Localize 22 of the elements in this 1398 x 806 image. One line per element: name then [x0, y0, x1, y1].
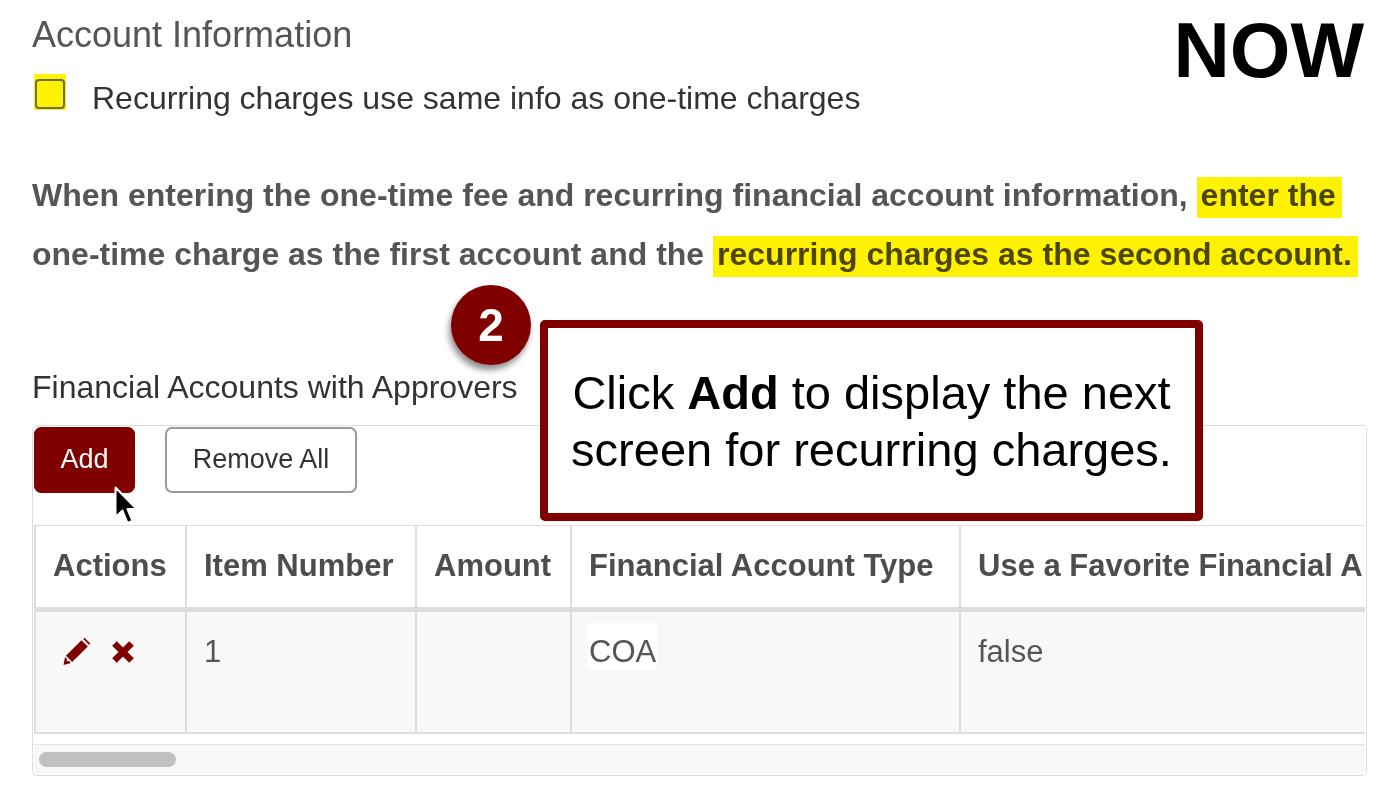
column-header[interactable]: Actions [35, 525, 186, 610]
column-header[interactable]: Amount [416, 525, 571, 610]
table-cell: 1 [186, 609, 416, 734]
instruction-text: When entering the one-time fee and recurring financial account information, enter the one-time charge as the first account and the recurring charges as the second account. [32, 165, 1377, 284]
callout-text: Click Add to display the next screen for recurring charges. [570, 364, 1173, 478]
column-header[interactable]: Financial Account Type [571, 525, 960, 610]
section-heading: Account Information [32, 14, 353, 56]
pencil-icon[interactable] [62, 638, 90, 666]
scrollbar-track[interactable] [34, 744, 1365, 775]
column-header[interactable]: Use a Favorite Financial A [960, 525, 1365, 610]
cross-icon[interactable] [111, 640, 135, 664]
step-number: 2 [451, 285, 531, 365]
checkbox-label: Recurring charges use same info as one-time charges [92, 80, 861, 117]
table-cell: false [960, 609, 1365, 734]
corner-label: NOW [1173, 11, 1364, 89]
column-header[interactable]: Item Number [186, 525, 416, 610]
checkbox[interactable] [34, 74, 66, 110]
value-field: COA [588, 623, 658, 670]
scrollbar-thumb[interactable] [39, 752, 176, 768]
add-button[interactable]: Add [34, 427, 135, 493]
section-title: Financial Accounts with Approvers [32, 368, 518, 406]
remove-all-button[interactable]: Remove All [165, 427, 357, 493]
